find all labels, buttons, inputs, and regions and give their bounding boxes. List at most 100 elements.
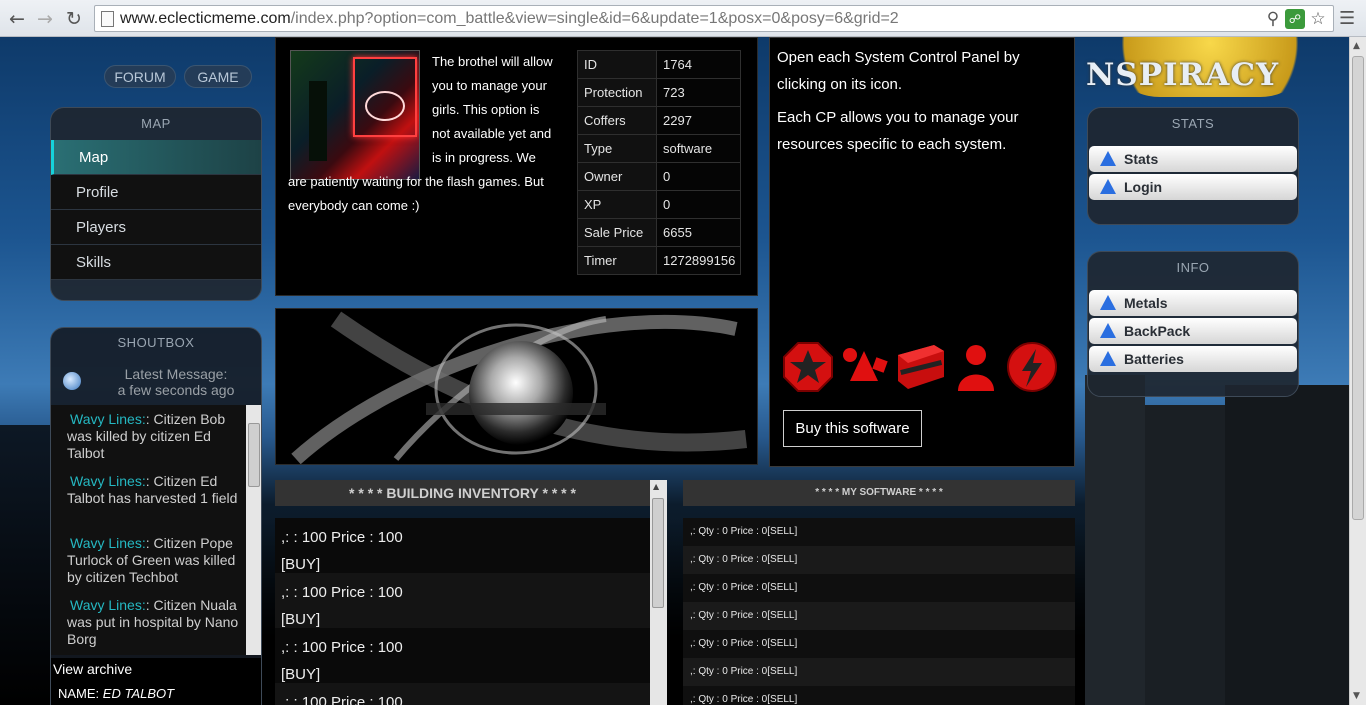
menu-item-skills[interactable]: Skills xyxy=(51,245,261,280)
sell-link[interactable]: [SELL] xyxy=(767,554,797,565)
page-scrollbar[interactable]: ▲ ▼ xyxy=(1349,37,1366,705)
stat-value: 2297 xyxy=(656,106,741,135)
software-item-line: ,: Qty : 0 Price : 0 xyxy=(690,554,768,565)
url-host: www.eclecticmeme.com xyxy=(120,10,291,27)
software-item-line: ,: Qty : 0 Price : 0 xyxy=(690,638,768,649)
latest-message-info: Latest Message: a few seconds ago xyxy=(91,366,261,398)
info-panel: INFO Metals BackPack Batteries xyxy=(1087,251,1299,397)
shoutbox-scroll-thumb[interactable] xyxy=(248,423,260,487)
sell-link[interactable]: [SELL] xyxy=(767,526,797,537)
metals-button[interactable]: Metals xyxy=(1089,290,1297,316)
stat-value: 0 xyxy=(656,190,741,219)
software-title: * * * * MY SOFTWARE * * * * xyxy=(683,480,1075,506)
sell-link[interactable]: [SELL] xyxy=(767,694,797,705)
arrow-icon xyxy=(1100,179,1116,194)
backpack-button[interactable]: BackPack xyxy=(1089,318,1297,344)
software-row: ,: Qty : 0 Price : 0[SELL] xyxy=(683,546,1075,574)
sell-link[interactable]: [SELL] xyxy=(767,610,797,621)
arrow-icon xyxy=(1100,151,1116,166)
arrow-icon xyxy=(1100,323,1116,338)
scrollbar-thumb[interactable] xyxy=(1352,56,1364,520)
shoutbox-footer: View archive NAME: ED TALBOT xyxy=(51,658,261,705)
shout-author[interactable]: Wavy Lines: xyxy=(67,411,146,427)
control-panel-box: Open each System Control Panel by clicki… xyxy=(769,37,1075,467)
star-octagon-icon[interactable] xyxy=(782,341,834,393)
scroll-up-icon[interactable]: ▲ xyxy=(1353,41,1360,51)
buy-software-button[interactable]: Buy this software xyxy=(783,410,922,447)
shout-item: Wavy Lines:: Citizen Nuala was put in ho… xyxy=(67,597,243,655)
shout-item: Wavy Lines:: Citizen Ed Talbot has harve… xyxy=(67,473,243,535)
stats-panel-title: STATS xyxy=(1171,116,1215,131)
page-icon xyxy=(101,11,114,27)
software-row: ,: Qty : 0 Price : 0[SELL] xyxy=(683,602,1075,630)
login-button[interactable]: Login xyxy=(1089,174,1297,200)
sell-link[interactable]: [SELL] xyxy=(767,638,797,649)
stats-button[interactable]: Stats xyxy=(1089,146,1297,172)
software-item-line: ,: Qty : 0 Price : 0 xyxy=(690,582,768,593)
inventory-scrollbar[interactable]: ▲ xyxy=(650,480,667,705)
reload-icon[interactable]: ↻ xyxy=(63,8,85,30)
batteries-button[interactable]: Batteries xyxy=(1089,346,1297,372)
inventory-title: * * * * BUILDING INVENTORY * * * * xyxy=(275,480,650,506)
menu-item-profile[interactable]: Profile xyxy=(51,175,261,210)
stat-key: Timer xyxy=(577,246,657,275)
site-logo: NSPIRACY xyxy=(1086,57,1280,93)
cp-instruction-1: Open each System Control Panel by clicki… xyxy=(777,49,1020,93)
stat-value: 723 xyxy=(656,78,741,107)
back-icon[interactable]: ← xyxy=(6,8,28,30)
game-nav-button[interactable]: GAME xyxy=(184,65,252,88)
building-inventory: * * * * BUILDING INVENTORY * * * * ▲ ,: … xyxy=(275,480,667,705)
stat-row: Coffers 2297 xyxy=(577,106,741,135)
inventory-row: ,: : 100 Price : 100 xyxy=(275,683,650,705)
extension-icon[interactable]: ☍ xyxy=(1285,9,1305,29)
zoom-icon[interactable]: ⚲ xyxy=(1263,9,1283,29)
forum-nav-button[interactable]: FORUM xyxy=(104,65,176,88)
star-icon[interactable]: ☆ xyxy=(1308,9,1328,29)
url-path: /index.php?option=com_battle&view=single… xyxy=(290,10,899,27)
inventory-scroll-thumb[interactable] xyxy=(652,498,664,608)
scroll-down-icon[interactable]: ▼ xyxy=(1353,691,1360,701)
sell-link[interactable]: [SELL] xyxy=(767,582,797,593)
cp-instruction-2: Each CP allows you to manage your resour… xyxy=(777,109,1019,153)
lightning-icon[interactable] xyxy=(1006,341,1058,393)
software-row: ,: Qty : 0 Price : 0[SELL] xyxy=(683,574,1075,602)
stat-row: Type software xyxy=(577,134,741,163)
stat-key: ID xyxy=(577,50,657,79)
map-menu: Map Profile Players Skills xyxy=(51,140,261,280)
inventory-scroll-up-icon[interactable]: ▲ xyxy=(653,482,659,491)
inventory-item-line: ,: : 100 Price : 100 xyxy=(281,584,403,601)
stat-value: 1272899156 xyxy=(656,246,741,275)
arrow-icon xyxy=(1100,351,1116,366)
stats-panel: STATS Stats Login xyxy=(1087,107,1299,225)
shoutbox-title: SHOUTBOX xyxy=(117,335,195,350)
software-row: ,: Qty : 0 Price : 0[SELL] xyxy=(683,630,1075,658)
wrench-icon[interactable]: ☰ xyxy=(1339,8,1355,29)
address-bar[interactable]: www.eclecticmeme.com/index.php?option=co… xyxy=(94,5,1334,32)
inventory-item-line: ,: : 100 Price : 100 xyxy=(281,639,403,656)
person-icon[interactable] xyxy=(950,341,1002,393)
building-details: The brothel will allow you to manage you… xyxy=(275,37,758,296)
shoutbox-panel: SHOUTBOX Latest Message: a few seconds a… xyxy=(50,327,262,705)
sell-link[interactable]: [SELL] xyxy=(767,666,797,677)
software-item-line: ,: Qty : 0 Price : 0 xyxy=(690,526,768,537)
shoutbox-scrollbar[interactable] xyxy=(246,405,261,655)
stat-row: Timer 1272899156 xyxy=(577,246,741,275)
shout-author[interactable]: Wavy Lines: xyxy=(67,535,146,551)
shout-author[interactable]: Wavy Lines: xyxy=(67,473,146,489)
forward-icon[interactable]: → xyxy=(34,8,56,30)
url-text[interactable]: www.eclecticmeme.com/index.php?option=co… xyxy=(120,10,899,28)
view-archive-link[interactable]: View archive xyxy=(51,658,261,680)
stat-row: Owner 0 xyxy=(577,162,741,191)
box-icon[interactable] xyxy=(894,341,946,393)
shapes-icon[interactable] xyxy=(838,341,890,393)
software-row: ,: Qty : 0 Price : 0[SELL] xyxy=(683,658,1075,686)
abstract-banner-image xyxy=(275,308,758,465)
stat-value: 1764 xyxy=(656,50,741,79)
stat-row: ID 1764 xyxy=(577,50,741,79)
menu-item-map[interactable]: Map xyxy=(51,140,261,175)
player-name: NAME: ED TALBOT xyxy=(51,686,261,701)
shout-author[interactable]: Wavy Lines: xyxy=(67,597,146,613)
menu-item-players[interactable]: Players xyxy=(51,210,261,245)
software-item-line: ,: Qty : 0 Price : 0 xyxy=(690,610,768,621)
arrow-icon xyxy=(1100,295,1116,310)
